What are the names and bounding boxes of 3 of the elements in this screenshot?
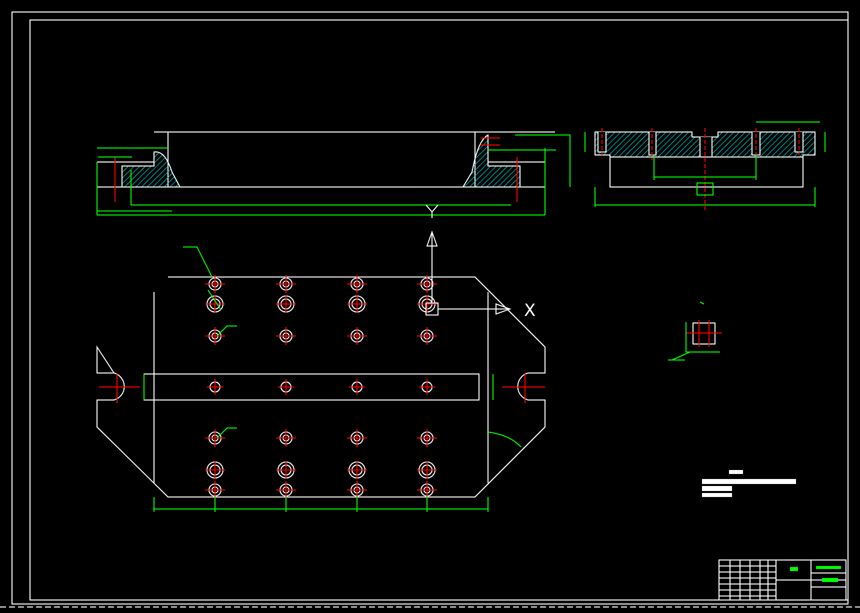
y-axis-arrow — [426, 230, 438, 302]
detail-drawing — [668, 302, 722, 360]
axis-label: X — [524, 301, 536, 321]
